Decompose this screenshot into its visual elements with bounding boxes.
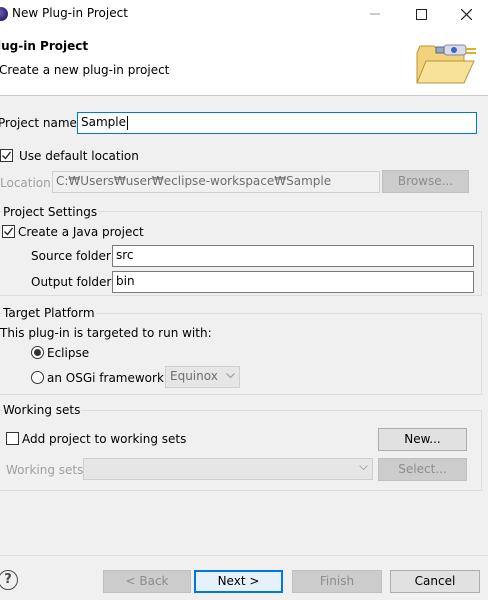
folder-plugin-icon [416,44,476,84]
eclipse-radio[interactable] [31,346,44,359]
framework-select[interactable]: Equinox [165,366,240,388]
working-sets-select[interactable] [83,458,373,480]
project-settings-title: Project Settings [2,205,99,219]
osgi-framework-label: an OSGi framework: [47,371,168,385]
minimize-icon [370,13,380,15]
source-folder-label: Source folder: [31,249,115,263]
close-button[interactable] [444,0,488,28]
osgi-framework-radio[interactable] [31,371,44,384]
cancel-button[interactable]: Cancel [390,570,480,593]
next-button[interactable]: Next > [194,570,283,593]
browse-button[interactable]: Browse... [382,170,469,193]
footer-separator [0,555,488,556]
maximize-button[interactable] [398,0,444,28]
window-title: New Plug-in Project [12,6,128,20]
use-default-location-label: Use default location [19,149,139,163]
wizard-description: Create a new plug-in project [0,63,170,77]
close-icon [460,8,472,20]
wizard-title: lug-in Project [0,39,89,53]
text-caret [127,115,128,130]
target-platform-title: Target Platform [2,306,96,320]
use-default-location-checkbox[interactable] [0,149,13,162]
checkmark-icon [4,227,14,236]
eclipse-radio-label: Eclipse [47,346,90,360]
help-icon[interactable]: ? [0,570,18,590]
project-name-input[interactable]: Sample [77,112,477,134]
target-platform-description: This plug-in is targeted to run with: [0,326,212,340]
create-java-project-checkbox[interactable] [2,225,15,238]
chevron-down-icon [226,373,235,379]
back-button[interactable]: < Back [103,570,191,593]
title-bar: New Plug-in Project [0,0,488,28]
finish-button[interactable]: Finish [292,570,382,593]
project-name-value: Sample [81,115,126,129]
eclipse-icon [0,7,8,21]
minimize-button[interactable] [352,0,398,28]
radio-selected-dot [34,349,41,356]
select-working-sets-button[interactable]: Select... [378,458,467,481]
location-label: Location: [0,176,55,190]
add-to-working-sets-checkbox[interactable] [6,432,19,445]
output-folder-input[interactable]: bin [112,271,474,293]
working-sets-label: Working sets: [6,463,88,477]
create-java-project-label: Create a Java project [18,225,144,239]
chevron-down-icon [359,465,368,471]
output-folder-label: Output folder: [31,275,116,289]
maximize-icon [415,8,427,20]
source-folder-input[interactable]: src [112,245,474,267]
framework-value: Equinox [170,369,218,383]
add-to-working-sets-label: Add project to working sets [22,432,187,446]
location-input[interactable]: C:₩Users₩user₩eclipse-workspace₩Sample [52,171,380,193]
working-sets-title: Working sets [2,403,82,417]
project-name-label: Project name: [0,116,81,130]
new-working-set-button[interactable]: New... [378,428,467,451]
checkmark-icon [2,151,12,160]
